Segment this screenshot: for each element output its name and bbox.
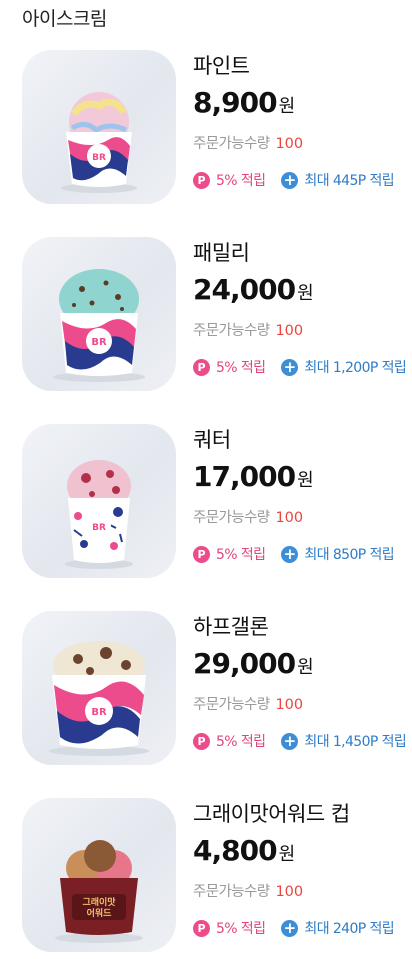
- stock-value: 100: [275, 323, 304, 339]
- product-item-pint[interactable]: BR 파인트 8,900 원 주문가능수량 100 P 5% 적립 + 최대 445…: [0, 50, 412, 230]
- price-value: 29,000: [193, 647, 296, 680]
- max-point: 최대 445P 적립: [304, 173, 395, 189]
- product-item-half-gallon[interactable]: BR 하프갤론 29,000 원 주문가능수량 100 P 5% 적립 + 최대 1…: [0, 611, 412, 791]
- reward-badges: P 5% 적립 + 최대 445P 적립: [193, 170, 395, 190]
- stock-label: 주문가능수량: [193, 884, 270, 900]
- stock-label: 주문가능수량: [193, 323, 270, 339]
- product-name[interactable]: 파인트: [193, 50, 250, 80]
- product-name[interactable]: 패밀리: [193, 237, 250, 267]
- product-image[interactable]: BR: [22, 424, 176, 578]
- stock-value: 100: [275, 884, 304, 900]
- stock-info: 주문가능수량 100: [193, 132, 303, 153]
- cup-label-2: 어워드: [87, 907, 113, 919]
- reward-badges: P 5% 적립 + 최대 1,200P 적립: [193, 357, 407, 377]
- stock-label: 주문가능수량: [193, 136, 270, 152]
- price-value: 8,900: [193, 86, 278, 119]
- product-name[interactable]: 하프갤론: [193, 611, 269, 641]
- stock-info: 주문가능수량 100: [193, 880, 303, 901]
- product-item-family[interactable]: BR 패밀리 24,000 원 주문가능수량 100 P 5% 적립 + 최대 1,…: [0, 237, 412, 417]
- stock-info: 주문가능수량 100: [193, 319, 303, 340]
- point-rate: 5% 적립: [216, 734, 266, 750]
- max-point: 최대 240P 적립: [304, 921, 395, 937]
- plus-icon: +: [281, 358, 299, 376]
- svg-text:BR: BR: [91, 337, 107, 348]
- stock-label: 주문가능수량: [193, 510, 270, 526]
- product-name[interactable]: 쿼터: [193, 424, 231, 454]
- reward-badges: P 5% 적립 + 최대 240P 적립: [193, 918, 395, 938]
- price-value: 4,800: [193, 834, 278, 867]
- svg-text:BR: BR: [92, 523, 106, 533]
- section-title: 아이스크림: [22, 8, 107, 30]
- product-image[interactable]: BR: [22, 237, 176, 391]
- product-price: 17,000 원: [193, 460, 314, 493]
- price-unit: 원: [297, 283, 314, 304]
- point-icon: P: [193, 171, 210, 189]
- point-icon: P: [193, 358, 210, 376]
- stock-info: 주문가능수량 100: [193, 693, 303, 714]
- price-value: 24,000: [193, 273, 296, 306]
- stock-label: 주문가능수량: [193, 697, 270, 713]
- price-unit: 원: [278, 96, 296, 117]
- stock-value: 100: [275, 136, 304, 152]
- point-rate: 5% 적립: [216, 547, 266, 563]
- cup-label-1: 그래이맛: [82, 896, 116, 908]
- product-price: 4,800 원: [193, 834, 295, 867]
- plus-icon: +: [281, 171, 299, 189]
- point-rate: 5% 적립: [216, 173, 266, 189]
- point-icon: P: [193, 545, 210, 563]
- price-unit: 원: [297, 657, 314, 678]
- product-image[interactable]: 그래이맛 어워드: [22, 798, 176, 952]
- product-item-quarter[interactable]: BR 쿼터 17,000 원 주문가능수량 100 P 5% 적립 + 최대 850…: [0, 424, 412, 604]
- plus-icon: +: [281, 732, 299, 750]
- plus-icon: +: [281, 919, 299, 937]
- product-item-award-cup[interactable]: 그래이맛 어워드 그래이맛어워드 컵 4,800 원 주문가능수량 100 P 5%…: [0, 798, 412, 959]
- point-rate: 5% 적립: [216, 921, 266, 937]
- point-icon: P: [193, 732, 210, 750]
- stock-value: 100: [275, 697, 304, 713]
- max-point: 최대 850P 적립: [304, 547, 395, 563]
- product-price: 29,000 원: [193, 647, 314, 680]
- point-icon: P: [193, 919, 210, 937]
- product-price: 24,000 원: [193, 273, 314, 306]
- svg-text:BR: BR: [91, 707, 107, 718]
- product-image[interactable]: BR: [22, 611, 176, 765]
- plus-icon: +: [281, 545, 299, 563]
- price-unit: 원: [297, 470, 314, 491]
- svg-text:BR: BR: [92, 153, 106, 163]
- max-point: 최대 1,200P 적립: [304, 360, 407, 376]
- max-point: 최대 1,450P 적립: [304, 734, 407, 750]
- reward-badges: P 5% 적립 + 최대 1,450P 적립: [193, 731, 407, 751]
- product-price: 8,900 원: [193, 86, 295, 119]
- product-name[interactable]: 그래이맛어워드 컵: [193, 798, 350, 828]
- reward-badges: P 5% 적립 + 최대 850P 적립: [193, 544, 395, 564]
- price-value: 17,000: [193, 460, 296, 493]
- price-unit: 원: [278, 844, 296, 865]
- stock-value: 100: [275, 510, 304, 526]
- stock-info: 주문가능수량 100: [193, 506, 303, 527]
- product-image[interactable]: BR: [22, 50, 176, 204]
- point-rate: 5% 적립: [216, 360, 266, 376]
